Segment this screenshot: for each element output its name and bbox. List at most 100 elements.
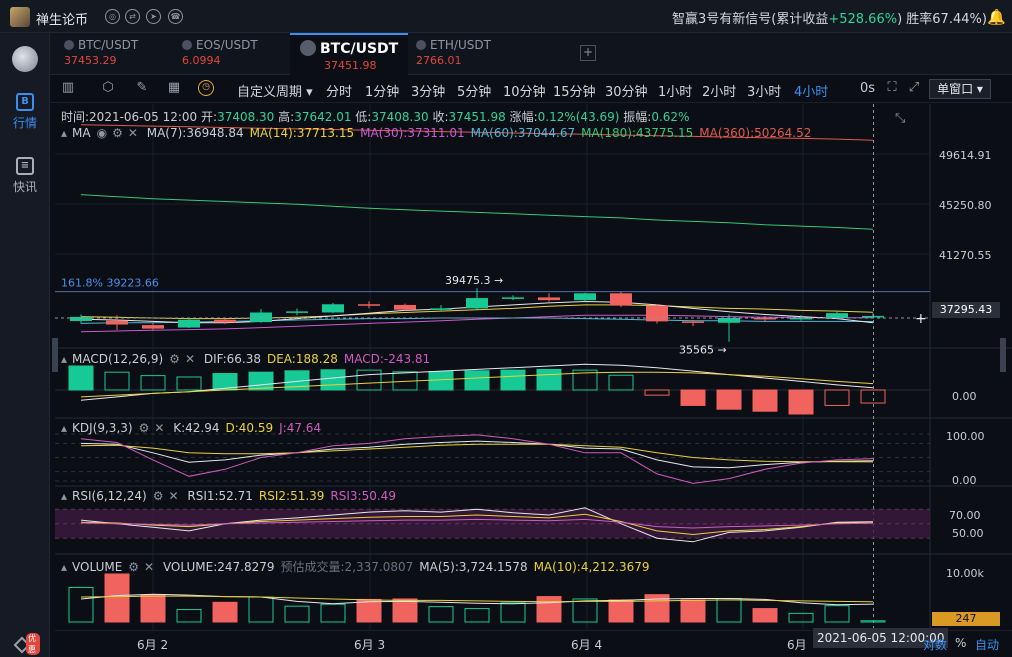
interval-10[interactable]: 4小时 [794, 81, 828, 100]
rsi1-value: RSI1:52.71 [187, 489, 253, 503]
tab-eth-usdt[interactable]: ETH/USDT 2766.01 [416, 33, 526, 75]
telegram-icon[interactable]: ➤ [146, 9, 161, 24]
settings-icon[interactable]: ⚙ [128, 560, 139, 574]
volume-bar [464, 608, 490, 623]
macd-bar [608, 374, 634, 391]
add-tab-button[interactable]: + [580, 45, 596, 61]
clock-icon[interactable]: ◷ [198, 80, 214, 96]
ma30-value: MA(30):37311.01 [360, 126, 465, 140]
custom-period-dropdown[interactable]: 自定义周期 ▾ [237, 81, 313, 100]
macd-bar [680, 389, 706, 406]
promo-button[interactable]: 优惠 [10, 633, 40, 655]
price-chart[interactable]: 161.8% 39223.66 +39475.3 → 35565 → ⤡ [55, 104, 1012, 630]
volume-bar [68, 586, 94, 623]
sidebar-item-market[interactable]: B 行情 [0, 93, 50, 131]
close-icon[interactable]: ✕ [154, 421, 164, 435]
volume-bar [284, 605, 310, 623]
settings-icon[interactable]: ⚙ [112, 126, 123, 140]
tab-btc-usdt-active[interactable]: BTC/USDT 37451.98 [290, 33, 408, 75]
tab-name: EOS/USDT [196, 38, 258, 52]
tab-price: 6.0994 [182, 54, 221, 67]
tab-btc-usdt-1[interactable]: BTC/USDT 37453.29 [64, 33, 176, 75]
current-price-label: 37295.43 [932, 302, 1000, 318]
dif-value: DIF:66.38 [203, 352, 261, 366]
sidebar-item-news[interactable]: ≡ 快讯 [0, 157, 50, 195]
fit-screen-icon[interactable]: ⛶ [884, 80, 900, 96]
market-icon: B [16, 93, 34, 111]
kdj-axis-top: 100.00 [946, 430, 985, 443]
kdj-legend: ▴ KDJ(9,3,3) ⚙ ✕ K:42.94 D:40.59 J:47.64 [61, 421, 327, 435]
settings-icon[interactable]: ⚙ [169, 352, 180, 366]
volume-bar [428, 606, 454, 623]
macd-bar [176, 376, 202, 391]
volume-bar [320, 603, 346, 623]
tab-eos-usdt[interactable]: EOS/USDT 6.0994 [182, 33, 292, 75]
macd-bar [752, 389, 778, 412]
time-tick: 6月 2 [137, 638, 169, 652]
time-axis: 6月 2 6月 3 6月 4 6月 2021-06-05 12:00:00 对数… [55, 628, 1012, 657]
window-mode-select[interactable]: 单窗口 ▾ [929, 79, 991, 99]
interval-9[interactable]: 3小时 [747, 81, 781, 100]
interval-2[interactable]: 3分钟 [411, 81, 445, 100]
promo-badge: 优惠 [26, 633, 40, 655]
candle-body [214, 319, 236, 323]
draw-icon[interactable]: ✎ [134, 80, 150, 96]
bell-icon[interactable]: 🔔 [987, 8, 1006, 26]
collapse-icon[interactable]: ▴ [61, 421, 67, 435]
interval-5[interactable]: 15分钟 [553, 81, 596, 100]
volume-bar [212, 601, 238, 623]
interval-1[interactable]: 1分钟 [365, 81, 399, 100]
macd-legend: ▴ MACD(12,26,9) ⚙ ✕ DIF:66.38 DEA:188.28 MACD… [61, 352, 436, 366]
tab-price: 37453.29 [64, 54, 117, 67]
collapse-icon[interactable]: ▴ [61, 352, 67, 366]
close-icon[interactable]: ✕ [168, 489, 178, 503]
collapse-icon[interactable]: ▴ [61, 489, 67, 503]
fullscreen-icon[interactable]: ⤢ [906, 80, 922, 96]
percent-scale-toggle[interactable]: % [955, 636, 966, 650]
candle-body [538, 297, 560, 301]
candle-type-icon[interactable]: ▥ [60, 80, 76, 96]
indicator-icon[interactable]: ⬡ [100, 80, 116, 96]
exchange-icon[interactable]: ⇄ [125, 9, 140, 24]
btc-icon [300, 40, 316, 56]
right-collapse-handle[interactable] [1000, 338, 1006, 372]
tab-price: 2766.01 [416, 54, 462, 67]
macd-bar [68, 365, 94, 391]
eye-icon[interactable]: ◉ [97, 126, 107, 140]
calendar-icon[interactable]: ▦ [166, 80, 182, 96]
interval-0[interactable]: 分时 [326, 81, 352, 100]
collapse-icon[interactable]: ▴ [61, 560, 67, 574]
current-volume-label: 247 [932, 612, 1000, 626]
candle-body [430, 308, 452, 310]
volume-name: VOLUME [72, 560, 123, 574]
close-icon[interactable]: ✕ [128, 126, 138, 140]
collapse-icon[interactable]: ▴ [61, 126, 67, 140]
kdj-k-line [80, 440, 874, 469]
ma14-value: MA(14):37713.15 [249, 126, 355, 140]
volume-bar [356, 598, 382, 623]
ma-legend: ▴ MA ◉ ⚙ ✕ MA(7):36948.84 MA(14):37713.15 MA(3… [61, 126, 817, 140]
news-icon: ≡ [16, 157, 34, 175]
interval-4[interactable]: 10分钟 [503, 81, 546, 100]
signal-banner[interactable]: 智赢3号有新信号(累计收益+528.66%) 胜率67.44%) [672, 8, 987, 27]
auto-scale-toggle[interactable]: 自动 [975, 636, 999, 653]
close-icon[interactable]: ✕ [185, 352, 195, 366]
phone-icon[interactable]: ☎ [168, 9, 183, 24]
settings-icon[interactable]: ⚙ [153, 489, 164, 503]
close-icon[interactable]: ✕ [144, 560, 154, 574]
change-label: 涨幅: [509, 110, 538, 124]
volume-estimate: 预估成交量:2,337.0807 [280, 560, 414, 574]
kdj-d-line [80, 443, 874, 463]
ma180-line [80, 194, 874, 230]
log-scale-toggle[interactable]: 对数 [923, 636, 947, 653]
interval-7[interactable]: 1小时 [658, 81, 692, 100]
candle-body [250, 312, 272, 323]
wechat-icon[interactable]: ◎ [105, 9, 120, 24]
interval-6[interactable]: 30分钟 [605, 81, 648, 100]
interval-3[interactable]: 5分钟 [457, 81, 491, 100]
interval-8[interactable]: 2小时 [702, 81, 736, 100]
rsi-axis-mid: 50.00 [952, 527, 984, 540]
settings-icon[interactable]: ⚙ [139, 421, 150, 435]
vol-ma5-value: MA(5):3,724.1578 [419, 560, 528, 574]
left-collapse-handle[interactable] [52, 338, 58, 372]
